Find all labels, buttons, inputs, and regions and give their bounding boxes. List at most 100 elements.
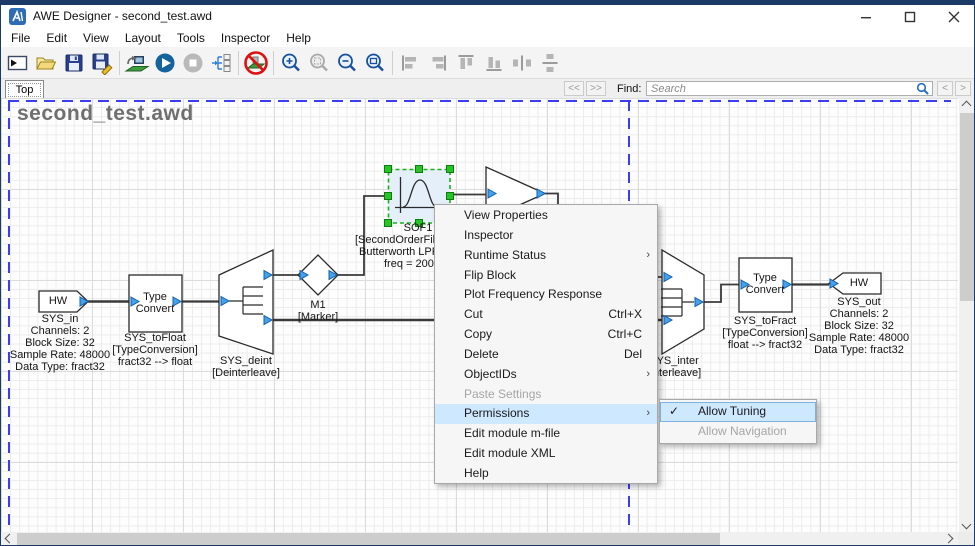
maximize-button[interactable] — [888, 5, 932, 29]
align-bottom-button[interactable] — [480, 49, 508, 77]
menu-edit[interactable]: Edit — [38, 30, 75, 46]
menu-item-copy[interactable]: CopyCtrl+C — [435, 325, 657, 345]
zoom-selection-icon — [363, 51, 387, 75]
submenu-arrow-icon: › — [646, 246, 650, 266]
find-label: Find: — [617, 83, 641, 95]
menu-item-flip-block[interactable]: Flip Block — [435, 266, 657, 286]
block-label: Data Type: fract32 — [15, 361, 105, 373]
distribute-horizontal-icon — [510, 51, 534, 75]
minimize-button[interactable] — [844, 5, 888, 29]
menu-help[interactable]: Help — [278, 30, 319, 46]
close-button[interactable] — [932, 5, 975, 29]
zoom-out-button[interactable] — [333, 49, 361, 77]
run-icon — [153, 51, 177, 75]
save-icon — [62, 51, 86, 75]
no-hardware-button[interactable] — [242, 49, 270, 77]
menu-bar: File Edit View Layout Tools Inspector He… — [1, 29, 975, 47]
menu-item-inspector[interactable]: Inspector — [435, 226, 657, 246]
connect-target-icon — [124, 51, 150, 75]
menu-item-help[interactable]: Help — [435, 464, 657, 484]
block-inner-text: Type — [753, 272, 777, 284]
menu-item-cut[interactable]: CutCtrl+X — [435, 305, 657, 325]
zoom-in-button[interactable] — [277, 49, 305, 77]
zoom-out-icon — [335, 51, 359, 75]
search-input[interactable] — [646, 81, 933, 96]
menu-item-delete[interactable]: DeleteDel — [435, 345, 657, 365]
menu-item-paste-settings[interactable]: Paste Settings — [435, 385, 657, 405]
block-label: Data Type: fract32 — [814, 344, 904, 356]
title-bar[interactable]: AWE Designer - second_test.awd — [1, 5, 975, 29]
save-as-button[interactable] — [88, 49, 116, 77]
find-next-button[interactable]: > — [955, 81, 971, 96]
block-label: [Deinterleave] — [212, 367, 280, 379]
pin-gain-out — [537, 189, 545, 198]
find-prev-double-button[interactable]: << — [564, 81, 584, 96]
block-label: Sample Rate: 48000 — [809, 332, 909, 344]
block-label: Butterworth LPF — [359, 246, 438, 258]
menu-item-permissions[interactable]: Permissions› — [435, 404, 657, 424]
menu-inspector[interactable]: Inspector — [213, 30, 278, 46]
save-as-icon — [90, 51, 114, 75]
align-top-icon — [454, 51, 478, 75]
scroll-right-icon[interactable] — [944, 534, 954, 544]
submenu-item-allow-tuning[interactable]: ✓Allow Tuning — [660, 402, 816, 422]
propagate-button[interactable] — [207, 49, 235, 77]
block-label: Sample Rate: 48000 — [10, 349, 110, 361]
menu-item-view-properties[interactable]: View Properties — [435, 206, 657, 226]
block-label: Block Size: 32 — [824, 320, 894, 332]
menu-tools[interactable]: Tools — [169, 30, 213, 46]
stop-button[interactable] — [179, 49, 207, 77]
zoom-in-icon — [279, 51, 303, 75]
zoom-fit-icon — [307, 51, 331, 75]
tab-bar: Top << >> Find: < > — [1, 79, 975, 98]
menu-item-runtime-status[interactable]: Runtime Status› — [435, 246, 657, 266]
save-button[interactable] — [60, 49, 88, 77]
distribute-horizontal-button[interactable] — [508, 49, 536, 77]
menu-file[interactable]: File — [3, 30, 38, 46]
shortcut-label: Ctrl+X — [608, 305, 642, 325]
wire-inter-toFract[interactable] — [704, 285, 740, 303]
open-folder-icon — [34, 51, 58, 75]
open-button[interactable] — [32, 49, 60, 77]
scroll-up-icon[interactable] — [962, 101, 972, 111]
submenu-arrow-icon: › — [646, 404, 650, 424]
new-file-button[interactable] — [4, 49, 32, 77]
align-right-button[interactable] — [424, 49, 452, 77]
menu-item-objectids[interactable]: ObjectIDs› — [435, 365, 657, 385]
find-next-double-button[interactable]: >> — [586, 81, 606, 96]
scroll-down-icon[interactable] — [962, 520, 972, 530]
menu-item-edit-module-m-file[interactable]: Edit module m-file — [435, 424, 657, 444]
run-button[interactable] — [151, 49, 179, 77]
block-inner-text: Convert — [746, 284, 785, 296]
menu-view[interactable]: View — [75, 30, 117, 46]
zoom-fit-button[interactable] — [305, 49, 333, 77]
horizontal-scroll-thumb[interactable] — [17, 533, 720, 545]
toolbar-separator — [238, 51, 239, 75]
align-bottom-icon — [482, 51, 506, 75]
connect-target-button[interactable] — [123, 49, 151, 77]
propagate-icon — [209, 51, 233, 75]
horizontal-scrollbar[interactable] — [1, 532, 958, 546]
app-logo-icon — [9, 8, 26, 25]
scroll-left-icon[interactable] — [5, 534, 15, 544]
submenu-item-allow-navigation[interactable]: Allow Navigation — [660, 422, 816, 442]
tab-top[interactable]: Top — [5, 80, 44, 98]
vertical-scroll-thumb[interactable] — [960, 113, 974, 301]
align-left-button[interactable] — [396, 49, 424, 77]
context-menu: View Properties Inspector Runtime Status… — [434, 204, 658, 484]
distribute-vertical-button[interactable] — [536, 49, 564, 77]
zoom-selection-button[interactable] — [361, 49, 389, 77]
block-inner-text: Convert — [136, 303, 175, 315]
block-label: Channels: 2 — [31, 325, 90, 337]
checkmark-icon: ✓ — [669, 402, 679, 422]
shortcut-label: Ctrl+C — [608, 325, 642, 345]
find-prev-button[interactable]: < — [937, 81, 953, 96]
block-label: Channels: 2 — [830, 308, 889, 320]
distribute-vertical-icon — [538, 51, 562, 75]
menu-layout[interactable]: Layout — [117, 30, 169, 46]
vertical-scrollbar[interactable] — [959, 98, 975, 532]
menu-item-edit-module-xml[interactable]: Edit module XML — [435, 444, 657, 464]
block-label: [SecondOrderFilte — [355, 234, 444, 246]
align-top-button[interactable] — [452, 49, 480, 77]
menu-item-plot-frequency-response[interactable]: Plot Frequency Response — [435, 285, 657, 305]
